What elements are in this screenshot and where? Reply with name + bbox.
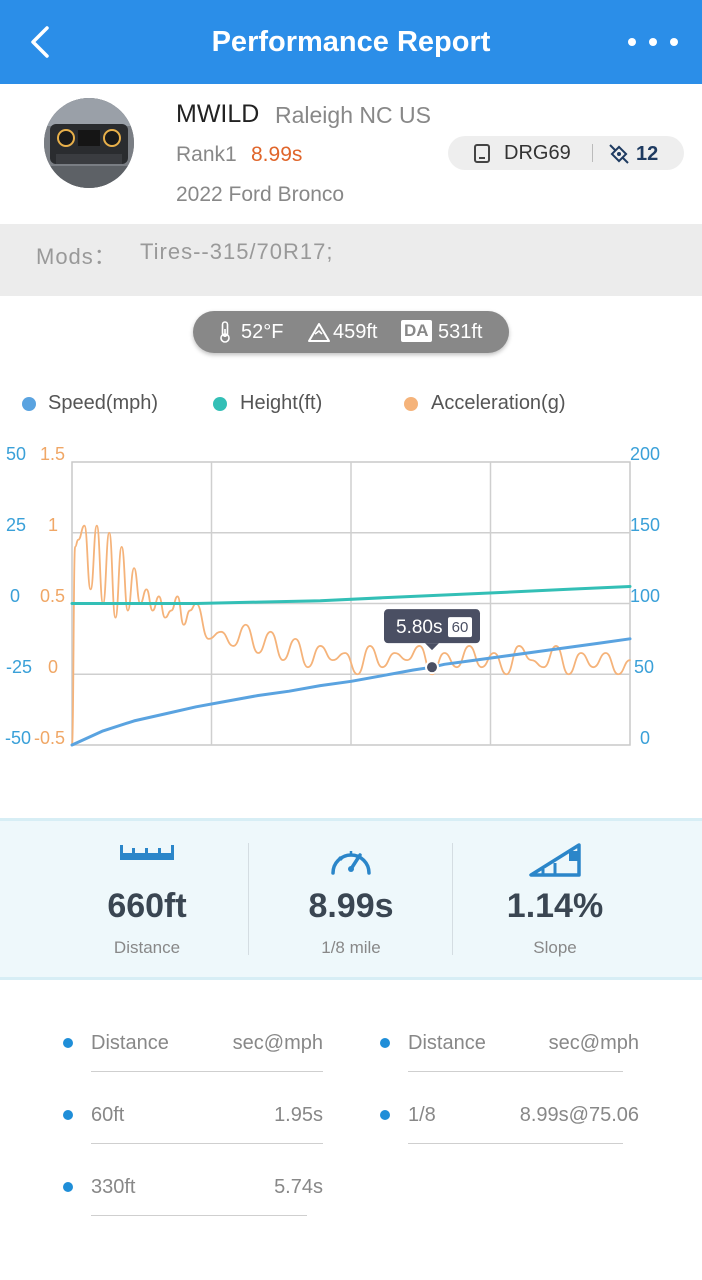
satellite-icon [609,144,629,164]
ruler-icon [120,845,174,860]
stat-distance: 660ft Distance [30,821,264,977]
driver-location: Raleigh NC US [275,102,431,128]
chart-plot-area[interactable]: 5.80s 60 [0,440,702,760]
split-row: 1/8 8.99s@75.06 [380,1072,639,1144]
avatar[interactable] [44,98,134,188]
bullet-dot [380,1110,390,1120]
more-dot [649,38,657,46]
split-distance: 1/8 [408,1104,436,1126]
stat-distance-value: 660ft [107,887,187,925]
legend-height[interactable]: Height(ft) [240,392,322,415]
rank-label: Rank1 [176,143,237,166]
tooltip-point [425,660,439,675]
split-distance: 330ft [91,1176,136,1198]
split-header: Distance sec@mph [380,1000,639,1072]
bullet-dot [63,1038,73,1048]
mods-label: Mods： [36,244,117,269]
more-dot [670,38,678,46]
split-table-right: Distance sec@mph 1/8 8.99s@75.06 [380,1000,639,1144]
temperature-value: 52°F [241,321,284,343]
device-pill: DRG69 12 [448,136,684,170]
more-options-button[interactable] [628,22,678,62]
vehicle-name: 2022 Ford Bronco [176,183,345,206]
device-label: DRG69 [504,142,571,164]
bullet-dot [63,1110,73,1120]
stat-slope-caption: Slope [533,938,577,957]
split-distance: 60ft [91,1104,125,1126]
split-header-distance: Distance [91,1032,169,1054]
page-title: Performance Report [211,26,491,58]
chart-tooltip: 5.80s 60 [384,609,480,675]
mods-value: Tires--315/70R17; [140,239,334,264]
tooltip-badge-text: 60 [452,619,469,636]
slope-icon [529,843,581,877]
legend-acceleration[interactable]: Acceleration(g) [431,392,566,415]
mountain-icon [308,323,330,342]
density-altitude-badge: DA [401,320,432,342]
stat-time-value: 8.99s [308,887,394,925]
thermometer-icon [220,321,230,343]
split-time: 8.99s@75.06 [519,1104,639,1126]
app-header: Performance Report [0,0,702,84]
legend-dot-acceleration [404,397,418,411]
performance-chart[interactable]: 50 25 0 -25 -50 1.5 1 0.5 0 -0.5 200 150… [0,440,702,760]
pill-divider [592,144,593,162]
legend-dot-speed [22,397,36,411]
tooltip-time: 5.80s [396,617,442,638]
row-divider [91,1215,307,1216]
density-altitude-value: 531ft [438,321,483,343]
stat-slope: 1.14% Slope [438,821,672,977]
stat-time: 8.99s 1/8 mile [234,821,468,977]
driver-name: MWILD [176,100,260,128]
split-header: Distance sec@mph [63,1000,323,1072]
altitude-value: 459ft [333,321,378,343]
legend-speed[interactable]: Speed(mph) [48,392,158,415]
device-icon [474,144,490,163]
split-row: 330ft 5.74s [63,1144,323,1216]
stat-slope-value: 1.14% [506,887,604,925]
split-time: 1.95s [274,1104,323,1126]
profile-card: MWILD Raleigh NC US Rank1 8.99s 2022 For… [0,84,702,224]
legend-dot-height [213,397,227,411]
stats-panel: 660ft Distance 8.99s 1/8 mile 1.14% Slop… [0,818,702,980]
mods-bar: Mods： Tires--315/70R17; [0,224,702,296]
speedometer-icon [331,851,371,875]
split-time: 5.74s [274,1176,323,1198]
split-row: 60ft 1.95s [63,1072,323,1144]
split-table-left: Distance sec@mph 60ft 1.95s 330ft 5.74s [63,1000,323,1216]
split-header-value: sec@mph [548,1032,639,1054]
stat-time-caption: 1/8 mile [321,938,381,957]
satellite-count: 12 [636,143,659,165]
row-divider [408,1143,623,1144]
split-header-value: sec@mph [232,1032,323,1054]
tooltip-arrow [425,643,439,651]
more-dot [628,38,636,46]
stat-distance-caption: Distance [113,938,181,957]
split-header-distance: Distance [408,1032,486,1054]
bullet-dot [63,1182,73,1192]
bullet-dot [380,1038,390,1048]
rank-time: 8.99s [251,143,303,166]
weather-pill: 52°F 459ft DA 531ft [193,311,509,353]
